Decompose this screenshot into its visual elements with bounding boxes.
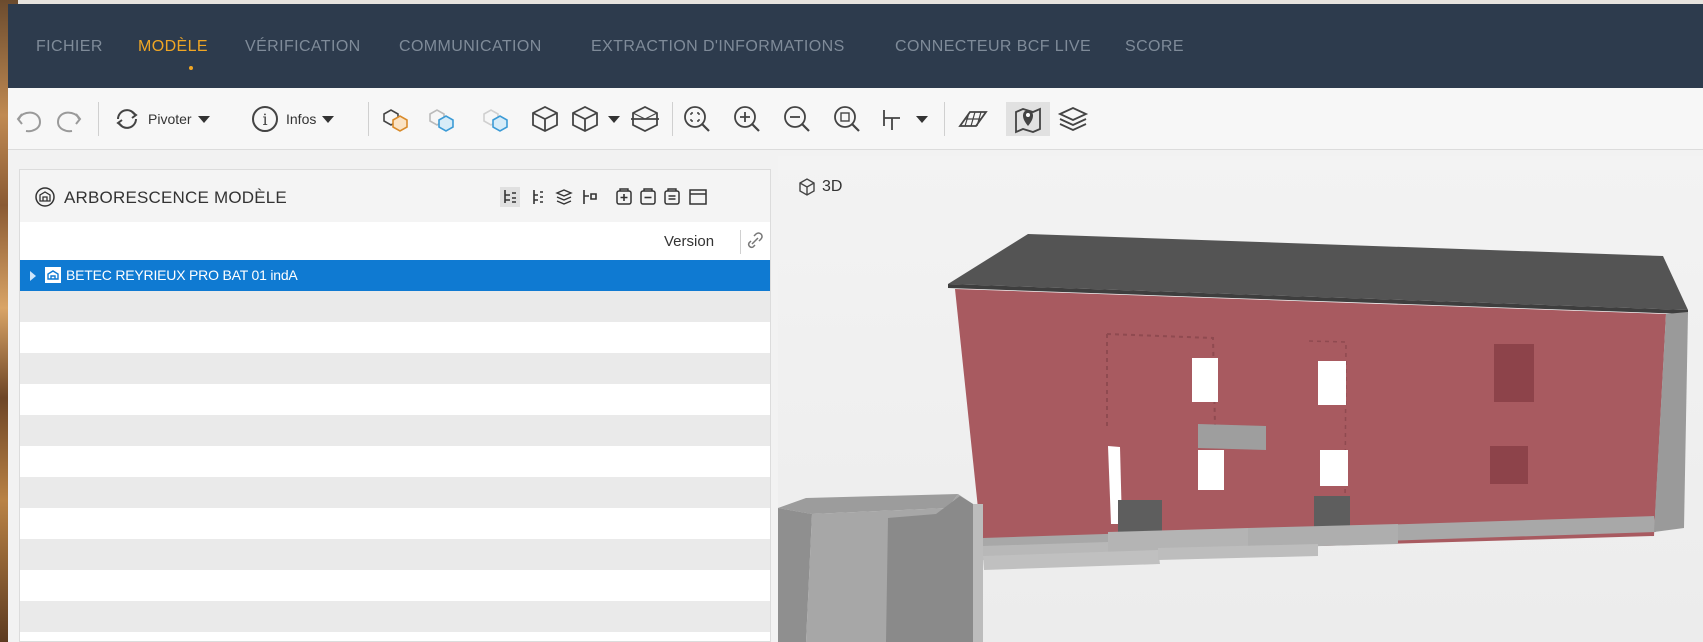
rotate-dropdown-icon — [197, 115, 210, 123]
update-model-icon[interactable] — [662, 187, 682, 207]
info-button[interactable]: i Infos — [248, 102, 335, 136]
cube-view-icon[interactable] — [528, 102, 562, 136]
zoom-fit-icon[interactable] — [680, 102, 714, 136]
toolbar: Pivoter i Infos — [8, 88, 1703, 150]
rotate-button[interactable]: Pivoter — [110, 102, 210, 136]
link-icon[interactable] — [746, 232, 764, 250]
model-file-icon — [45, 267, 61, 283]
panel-window-icon[interactable] — [688, 187, 708, 207]
view-label[interactable]: 3D — [798, 178, 842, 196]
model-tree-header: ARBORESCENCE MODÈLE — [20, 170, 770, 222]
hide-objects-icon[interactable] — [424, 102, 458, 136]
info-icon: i — [252, 106, 278, 132]
tree-row — [20, 415, 770, 446]
select-cursor-button[interactable] — [876, 102, 928, 136]
menu-item-modele[interactable]: MODÈLE — [138, 38, 208, 56]
window-closed — [1494, 344, 1534, 402]
tree-row — [20, 384, 770, 415]
toolbar-separator — [672, 102, 673, 136]
column-version[interactable]: Version — [664, 233, 714, 250]
menu-item-score[interactable]: SCORE — [1125, 38, 1184, 56]
menu-item-verification[interactable]: VÉRIFICATION — [245, 38, 361, 56]
tree-row — [20, 446, 770, 477]
window-closed — [1490, 446, 1528, 484]
annex — [778, 508, 812, 642]
cube-view-dropdown[interactable] — [568, 102, 620, 136]
model-tree-panel: ARBORESCENCE MODÈLE Version BETEC REYRIE… — [19, 169, 771, 642]
3d-viewport[interactable]: 3D — [778, 156, 1703, 642]
info-dropdown-icon — [322, 115, 335, 123]
add-model-icon[interactable] — [614, 187, 634, 207]
toolbar-separator — [944, 102, 945, 136]
toolbar-separator — [368, 102, 369, 136]
zoom-selection-icon[interactable] — [830, 102, 864, 136]
undo-icon[interactable] — [12, 102, 46, 136]
door — [1314, 496, 1350, 528]
tree-rows: BETEC REYRIEUX PRO BAT 01 indA — [20, 260, 770, 632]
cube-outline-icon — [572, 105, 598, 133]
rotate-label: Pivoter — [148, 111, 192, 127]
tree-row — [20, 291, 770, 322]
panel-title: ARBORESCENCE MODÈLE — [64, 188, 287, 207]
tree-types-icon[interactable] — [580, 187, 600, 207]
rotate-icon — [116, 109, 138, 129]
remove-model-icon[interactable] — [638, 187, 658, 207]
tree-row-label: BETEC REYRIEUX PRO BAT 01 indA — [66, 267, 298, 283]
tree-row — [20, 570, 770, 601]
active-menu-indicator — [189, 66, 193, 70]
menu-item-fichier[interactable]: FICHIER — [36, 38, 103, 56]
select-dropdown-icon — [916, 115, 928, 123]
menu-item-connecteur-bcf[interactable]: CONNECTEUR BCF LIVE — [895, 38, 1091, 56]
show-objects-icon[interactable] — [378, 102, 412, 136]
window — [1320, 450, 1348, 486]
facade — [955, 289, 1666, 556]
toolbar-separator — [98, 102, 99, 136]
menu-bar: FICHIER MODÈLE VÉRIFICATION COMMUNICATIO… — [8, 4, 1703, 88]
map-pin-button[interactable] — [1006, 102, 1050, 136]
canopy — [1198, 424, 1266, 450]
view-label-text: 3D — [822, 178, 843, 195]
menu-item-communication[interactable]: COMMUNICATION — [399, 38, 542, 56]
info-label: Infos — [286, 111, 317, 127]
door — [1118, 500, 1162, 534]
isolate-icon[interactable] — [478, 102, 512, 136]
tree-row — [20, 353, 770, 384]
tree-row-model[interactable]: BETEC REYRIEUX PRO BAT 01 indA — [20, 260, 770, 291]
section-box-icon[interactable] — [628, 102, 662, 136]
map-pin-icon — [1015, 107, 1041, 134]
menu-item-extraction[interactable]: EXTRACTION D'INFORMATIONS — [591, 38, 845, 56]
redo-icon[interactable] — [52, 102, 86, 136]
cube-icon — [799, 178, 815, 196]
tree-row — [20, 601, 770, 632]
select-cursor-icon — [883, 110, 900, 130]
tree-layers-icon[interactable] — [554, 187, 574, 207]
window — [1318, 361, 1346, 405]
building-3d-model[interactable] — [778, 156, 1703, 642]
cube-dropdown-icon — [608, 115, 620, 123]
expand-arrow-icon[interactable] — [30, 271, 36, 281]
tree-column-header: Version — [20, 222, 770, 260]
building-icon — [35, 187, 55, 207]
zoom-out-icon[interactable] — [780, 102, 814, 136]
tree-row — [20, 508, 770, 539]
tree-row — [20, 322, 770, 353]
svg-text:i: i — [262, 110, 267, 129]
app-window: FICHIER MODÈLE VÉRIFICATION COMMUNICATIO… — [8, 4, 1703, 642]
window — [1192, 358, 1218, 402]
window — [1198, 450, 1224, 490]
tree-row — [20, 477, 770, 508]
tree-hierarchy-icon[interactable] — [500, 187, 520, 207]
floor-plan-icon[interactable] — [956, 102, 990, 136]
tree-row — [20, 539, 770, 570]
column-separator — [740, 230, 741, 254]
layers-icon[interactable] — [1056, 102, 1090, 136]
zoom-in-icon[interactable] — [730, 102, 764, 136]
tree-spatial-icon[interactable] — [528, 187, 548, 207]
